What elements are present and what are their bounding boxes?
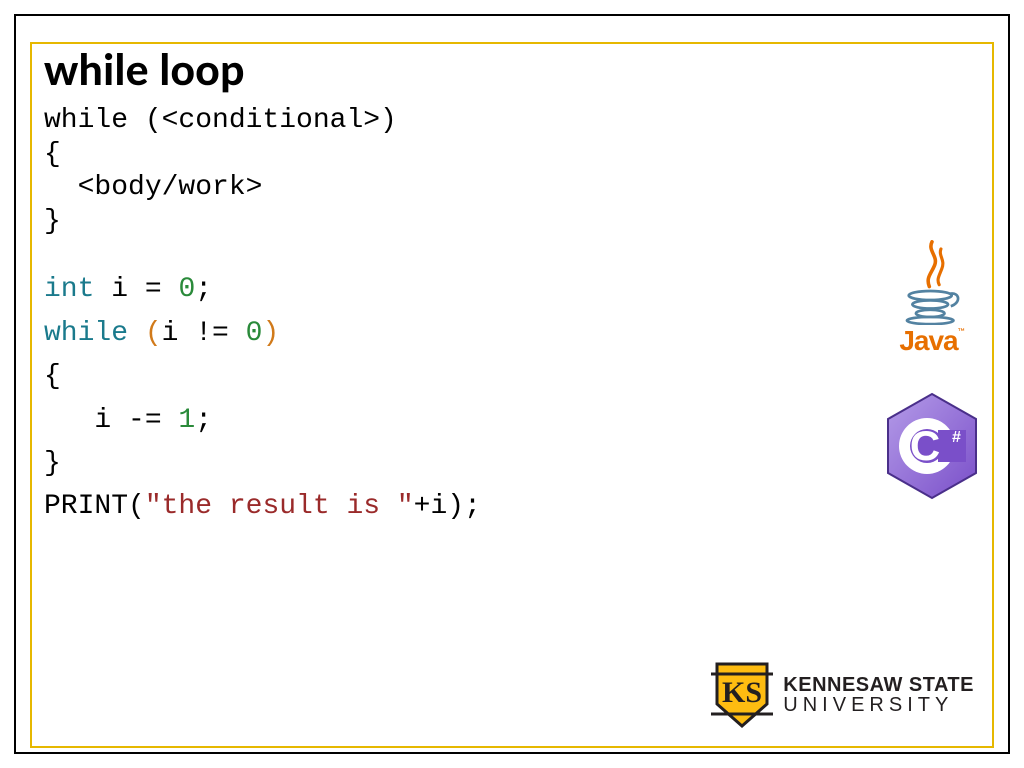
- ksu-logo: KS KENNESAW STATE UNIVERSITY: [711, 660, 974, 730]
- pseudo-line-4: }: [44, 206, 61, 237]
- pseudocode-block: while (<conditional>) { <body/work> }: [44, 104, 980, 238]
- code-space: [128, 318, 145, 349]
- code-text: i =: [94, 274, 178, 305]
- ksu-shield-icon: KS: [711, 660, 773, 730]
- brace-close: }: [44, 448, 61, 479]
- paren-open: (: [145, 318, 162, 349]
- keyword-while: while: [44, 318, 128, 349]
- number-zero: 0: [178, 274, 195, 305]
- java-trademark: ™: [958, 325, 965, 338]
- code-semi: ;: [195, 274, 212, 305]
- java-logo: Java™: [882, 240, 982, 357]
- java-cup-icon: [897, 240, 967, 325]
- brace-open: {: [44, 361, 61, 392]
- csharp-hex-icon: C #: [882, 390, 982, 502]
- ksu-name-line1: KENNESAW STATE: [783, 675, 974, 695]
- code-block: int i = 0; while (i != 0) { i -= 1; } PR…: [44, 268, 980, 528]
- print-pre: PRINT(: [44, 491, 145, 522]
- print-post: +i);: [414, 491, 481, 522]
- ksu-wordmark: KENNESAW STATE UNIVERSITY: [783, 675, 974, 715]
- csharp-logo: C #: [882, 390, 982, 502]
- code-semi-2: ;: [195, 405, 212, 436]
- slide-content: while loop while (<conditional>) { <body…: [44, 42, 980, 529]
- svg-text:C: C: [910, 422, 940, 469]
- code-cond: i !=: [162, 318, 246, 349]
- paren-close: ): [262, 318, 279, 349]
- slide-title: while loop: [44, 42, 980, 98]
- string-literal: "the result is ": [145, 491, 414, 522]
- ksu-name-line2: UNIVERSITY: [783, 695, 974, 715]
- number-zero-2: 0: [246, 318, 263, 349]
- svg-text:KS: KS: [722, 676, 762, 709]
- pseudo-line-2: {: [44, 139, 61, 170]
- keyword-int: int: [44, 274, 94, 305]
- pseudo-line-1: while (<conditional>): [44, 105, 397, 136]
- code-body-pre: i -=: [44, 405, 178, 436]
- svg-text:#: #: [952, 429, 961, 446]
- java-wordmark: Java: [899, 325, 957, 356]
- number-one: 1: [178, 405, 195, 436]
- pseudo-line-3: <body/work>: [44, 172, 262, 203]
